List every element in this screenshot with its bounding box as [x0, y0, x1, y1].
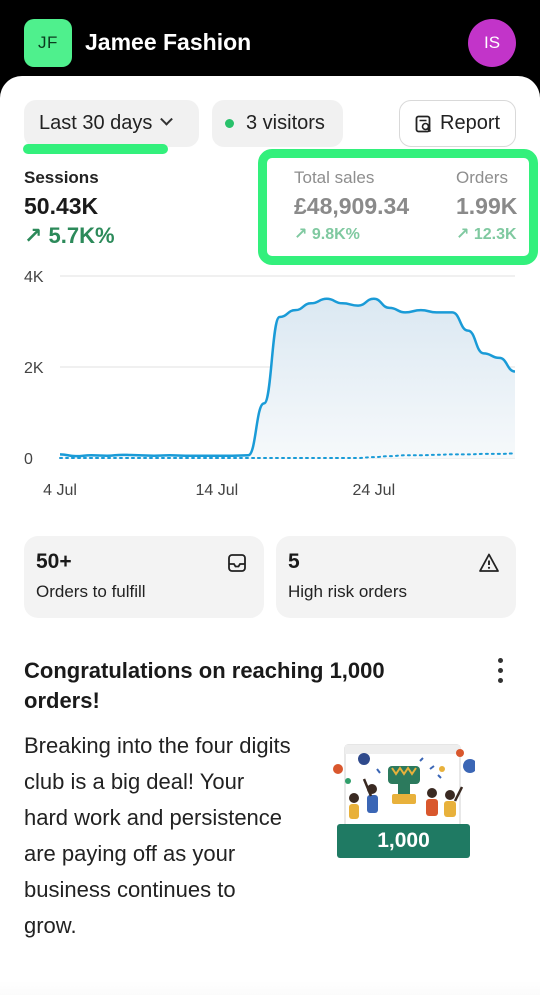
- store-name[interactable]: Jamee Fashion: [85, 29, 251, 56]
- y-tick-label: 4K: [24, 269, 44, 286]
- date-range-selector[interactable]: Last 30 days: [24, 100, 199, 147]
- warning-icon: [479, 553, 499, 572]
- y-tick-label: 0: [24, 451, 33, 468]
- milestone-badge: 1,000: [337, 824, 470, 858]
- more-options-icon[interactable]: [490, 658, 510, 688]
- high-risk-orders-card[interactable]: 5 High risk orders: [276, 536, 516, 618]
- milestone-illustration: 1,000: [330, 741, 477, 866]
- date-range-label: Last 30 days: [39, 112, 153, 134]
- orders-to-fulfill-card[interactable]: 50+ Orders to fulfill: [24, 536, 264, 618]
- chevron-down-icon: [160, 112, 174, 126]
- fulfill-count: 50+: [36, 550, 72, 573]
- risk-label: High risk orders: [288, 582, 408, 601]
- home-panel: Last 30 days 3 visitors Report Sessions …: [0, 76, 540, 995]
- live-visitors-button[interactable]: 3 visitors: [212, 100, 343, 147]
- x-tick-label: 4 Jul: [43, 482, 77, 499]
- top-bar: JF Jamee Fashion IS: [0, 0, 540, 86]
- x-tick-label: 24 Jul: [352, 482, 395, 499]
- congrats-title: Congratulations on reaching 1,000 orders…: [24, 658, 385, 713]
- highlight-underline: [23, 144, 168, 154]
- inbox-icon: [228, 554, 246, 572]
- visitors-label: 3 visitors: [246, 112, 325, 134]
- x-tick-label: 14 Jul: [196, 482, 239, 499]
- report-button[interactable]: Report: [399, 100, 516, 147]
- highlight-box: [258, 149, 538, 265]
- user-avatar[interactable]: IS: [468, 19, 516, 67]
- report-icon: [415, 115, 432, 132]
- sessions-label: Sessions: [24, 168, 99, 187]
- report-label: Report: [440, 112, 501, 134]
- live-dot-icon: [225, 119, 234, 128]
- y-tick-label: 2K: [24, 360, 44, 377]
- sessions-chart: 4K 2K 0 4 Jul 14 Jul 24 Jul: [24, 269, 516, 499]
- sessions-metric[interactable]: Sessions 50.43K ↗ 5.7K%: [24, 168, 115, 249]
- risk-count: 5: [288, 550, 300, 573]
- sessions-change: ↗ 5.7K%: [24, 223, 115, 248]
- fulfill-label: Orders to fulfill: [36, 582, 146, 601]
- congrats-message: Breaking into the four digits club is a …: [24, 733, 291, 938]
- bottom-edge: [0, 981, 540, 995]
- series-area: [60, 298, 515, 458]
- sessions-value: 50.43K: [24, 193, 99, 219]
- store-avatar[interactable]: JF: [24, 19, 72, 67]
